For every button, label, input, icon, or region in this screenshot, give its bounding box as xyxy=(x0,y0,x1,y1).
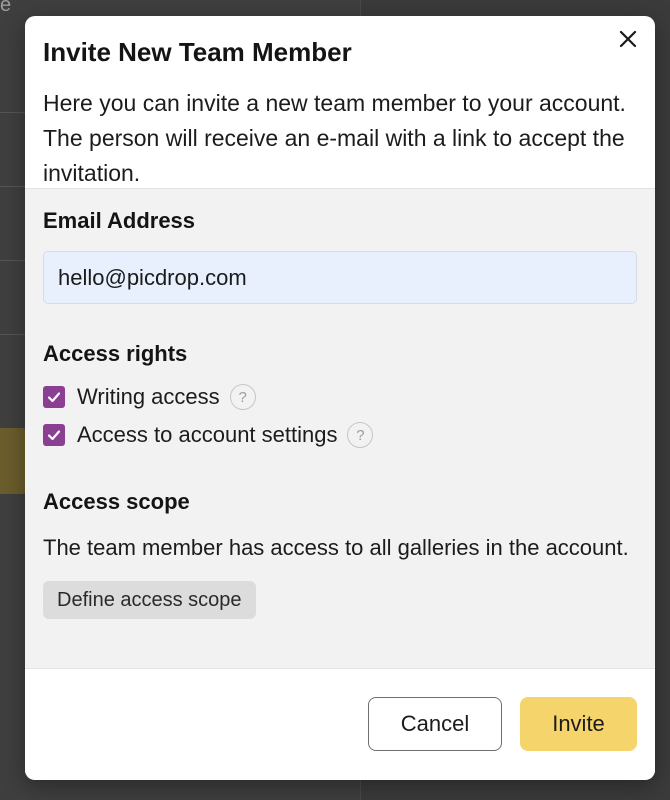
dialog-header: Invite New Team Member Here you can invi… xyxy=(25,16,655,189)
dialog-footer: Cancel Invite xyxy=(25,669,655,779)
close-button[interactable] xyxy=(611,22,645,56)
dialog-title: Invite New Team Member xyxy=(43,37,352,67)
checkmark-icon xyxy=(47,392,61,403)
dialog-body: Email Address Access rights Writing acce… xyxy=(25,189,655,669)
access-rights-section: Access rights Writing access ? Access to… xyxy=(43,340,637,454)
dialog-intro: Here you can invite a new team member to… xyxy=(43,90,626,186)
background-text: e xyxy=(0,0,12,16)
invite-button[interactable]: Invite xyxy=(520,697,637,751)
option-account-settings: Access to account settings ? xyxy=(43,416,637,454)
email-input[interactable] xyxy=(43,251,637,304)
help-icon[interactable]: ? xyxy=(347,422,374,448)
access-scope-label: Access scope xyxy=(43,489,190,514)
cancel-button[interactable]: Cancel xyxy=(368,697,502,751)
option-writing-access: Writing access ? xyxy=(43,378,637,416)
define-access-scope-button[interactable]: Define access scope xyxy=(43,581,256,619)
invite-dialog: Invite New Team Member Here you can invi… xyxy=(25,16,655,780)
writing-access-checkbox[interactable] xyxy=(43,386,65,408)
checkmark-icon xyxy=(47,430,61,441)
access-scope-description: The team member has access to all galler… xyxy=(43,535,629,560)
access-scope-section: Access scope The team member has access … xyxy=(43,488,637,619)
access-rights-label: Access rights xyxy=(43,341,188,366)
help-icon[interactable]: ? xyxy=(229,384,256,410)
account-settings-checkbox[interactable] xyxy=(43,424,65,446)
account-settings-label[interactable]: Access to account settings xyxy=(77,422,337,448)
email-label: Email Address xyxy=(43,208,196,233)
background-button xyxy=(0,428,28,494)
close-icon xyxy=(619,30,637,48)
writing-access-label[interactable]: Writing access xyxy=(77,384,220,410)
